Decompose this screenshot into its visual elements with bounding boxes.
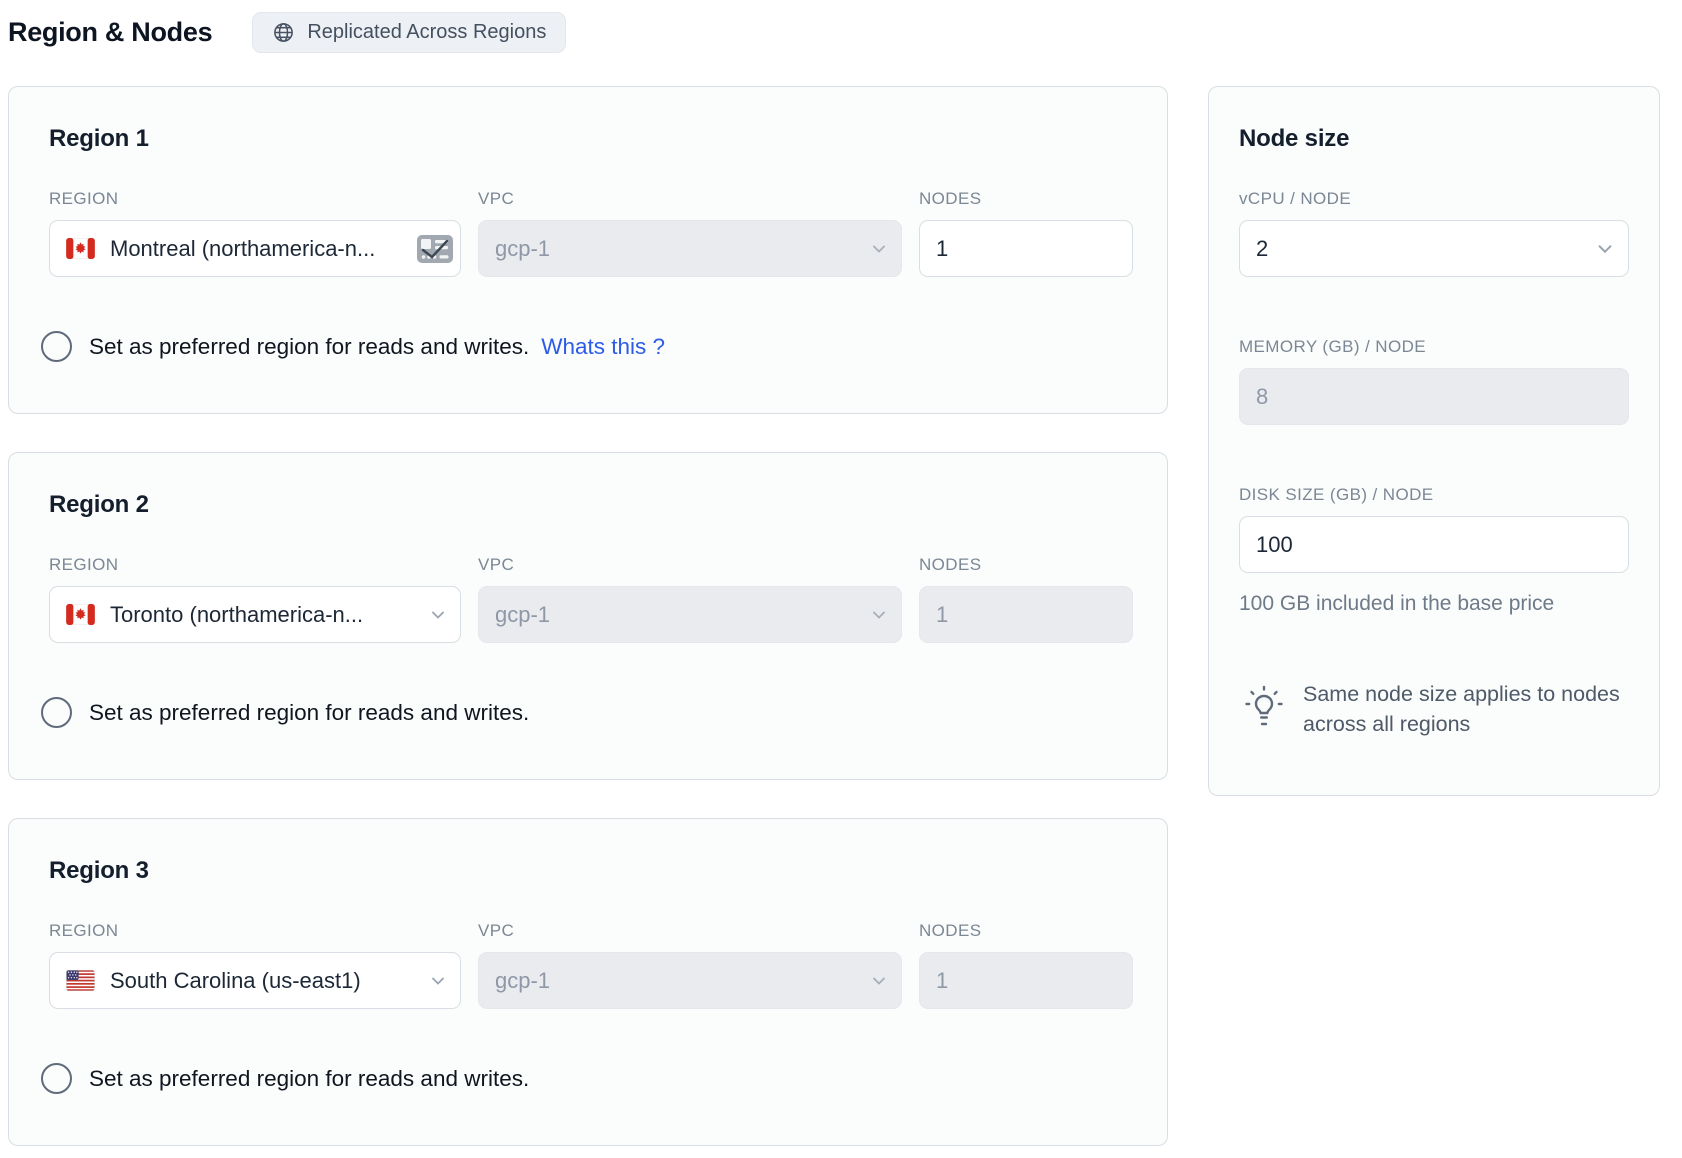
region-1-preferred-radio[interactable]	[41, 331, 72, 362]
region-3-region-value: South Carolina (us-east1)	[110, 968, 444, 994]
region-2-preferred-label: Set as preferred region for reads and wr…	[89, 700, 529, 726]
region-1-region-select[interactable]: Montreal (northamerica-n...	[49, 220, 461, 277]
vpc-field-label: VPC	[478, 189, 902, 209]
us-flag-icon	[66, 970, 95, 991]
region-nodes-page: Region & Nodes Replicated Across Regions…	[0, 0, 1682, 1146]
vcpu-label: vCPU / NODE	[1239, 189, 1629, 209]
region-1-region-value: Montreal (northamerica-n...	[110, 236, 444, 262]
chevron-down-icon	[869, 239, 889, 259]
vcpu-select[interactable]: 2	[1239, 220, 1629, 277]
chevron-down-icon	[1594, 238, 1616, 260]
region-2-vpc-select: gcp-1	[478, 586, 902, 643]
vcpu-value: 2	[1256, 236, 1612, 262]
nodes-field-label: NODES	[919, 555, 1133, 575]
region-3-nodes-input	[919, 952, 1133, 1009]
region-3-vpc-select: gcp-1	[478, 952, 902, 1009]
page-title: Region & Nodes	[8, 17, 212, 48]
region-1-nodes-input[interactable]	[919, 220, 1133, 277]
whats-this-link[interactable]: Whats this ?	[541, 334, 665, 360]
node-size-note-text: Same node size applies to nodes across a…	[1303, 680, 1629, 739]
region-3-card: Region 3 REGION	[8, 818, 1168, 1146]
region-2-title: Region 2	[49, 491, 1137, 519]
nodes-field-label: NODES	[919, 189, 1133, 209]
region-1-preferred-label: Set as preferred region for reads and wr…	[89, 334, 529, 360]
chevron-down-icon	[869, 971, 889, 991]
region-2-preferred-radio[interactable]	[41, 697, 72, 728]
region-3-title: Region 3	[49, 857, 1137, 885]
page-header: Region & Nodes Replicated Across Regions	[8, 10, 1682, 54]
disk-size-label: DISK SIZE (GB) / NODE	[1239, 485, 1629, 505]
memory-label: MEMORY (GB) / NODE	[1239, 337, 1629, 357]
region-3-region-select[interactable]: South Carolina (us-east1)	[49, 952, 461, 1009]
cursor-overlay-icon	[416, 234, 454, 264]
region-2-vpc-value: gcp-1	[495, 602, 885, 628]
canada-flag-icon	[66, 604, 95, 625]
region-field-label: REGION	[49, 555, 461, 575]
replication-badge: Replicated Across Regions	[252, 12, 566, 53]
region-3-vpc-value: gcp-1	[495, 968, 885, 994]
region-1-title: Region 1	[49, 125, 1137, 153]
region-1-card: Region 1 REGION Montreal (northamerica-n…	[8, 86, 1168, 414]
region-field-label: REGION	[49, 921, 461, 941]
replication-badge-label: Replicated Across Regions	[307, 21, 546, 44]
disk-size-helper: 100 GB included in the base price	[1239, 592, 1629, 616]
region-2-region-select[interactable]: Toronto (northamerica-n...	[49, 586, 461, 643]
region-2-region-value: Toronto (northamerica-n...	[110, 602, 444, 628]
node-size-title: Node size	[1239, 125, 1629, 153]
region-3-preferred-label: Set as preferred region for reads and wr…	[89, 1066, 529, 1092]
vpc-field-label: VPC	[478, 921, 902, 941]
chevron-down-icon	[428, 605, 448, 625]
node-size-card: Node size vCPU / NODE 2 MEMORY (GB) / NO…	[1208, 86, 1660, 796]
vpc-field-label: VPC	[478, 555, 902, 575]
region-3-preferred-radio[interactable]	[41, 1063, 72, 1094]
region-field-label: REGION	[49, 189, 461, 209]
node-size-note: Same node size applies to nodes across a…	[1239, 680, 1629, 739]
region-2-card: Region 2 REGION Toronto (northamerica-n.…	[8, 452, 1168, 780]
memory-input	[1239, 368, 1629, 425]
globe-icon	[272, 21, 295, 44]
chevron-down-icon	[428, 971, 448, 991]
lightbulb-icon	[1241, 682, 1287, 730]
disk-size-input[interactable]	[1239, 516, 1629, 573]
region-1-vpc-value: gcp-1	[495, 236, 885, 262]
canada-flag-icon	[66, 238, 95, 259]
region-1-vpc-select: gcp-1	[478, 220, 902, 277]
nodes-field-label: NODES	[919, 921, 1133, 941]
chevron-down-icon	[869, 605, 889, 625]
region-2-nodes-input	[919, 586, 1133, 643]
